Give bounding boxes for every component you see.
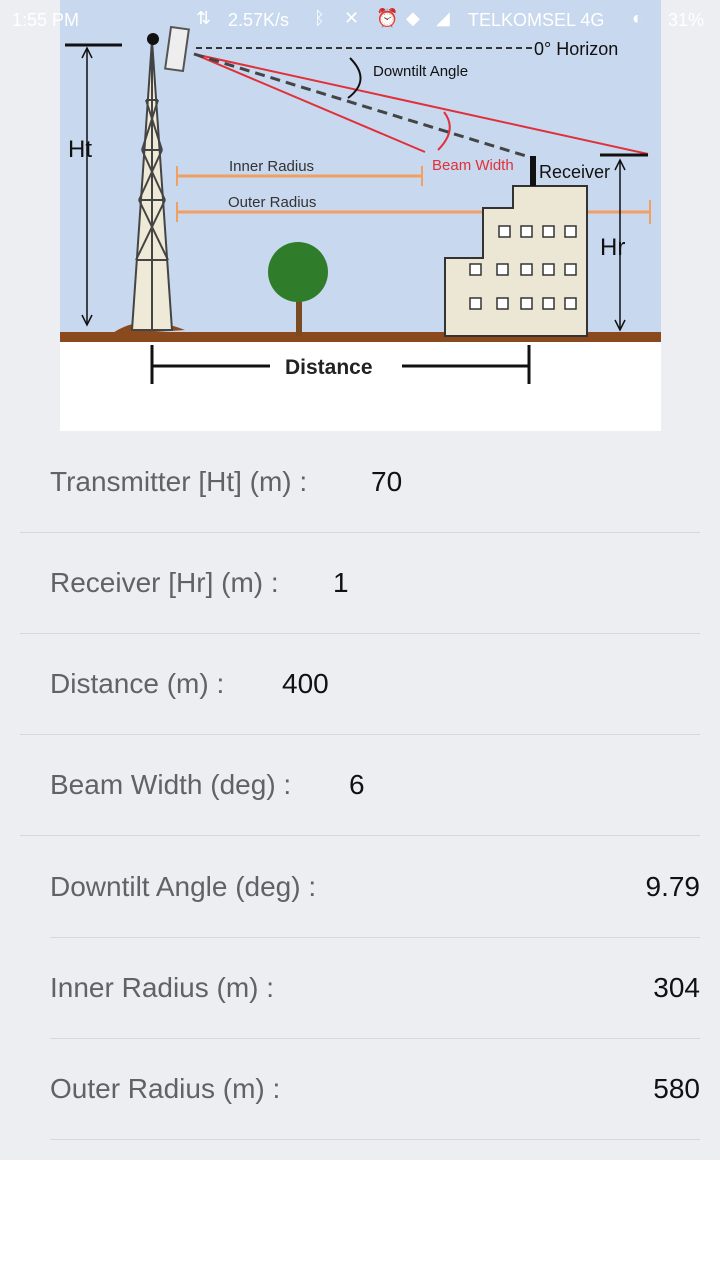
- downtilt-label: Downtilt Angle (deg) :: [50, 871, 317, 902]
- outer-radius-label: Outer Radius (m) :: [50, 1073, 281, 1104]
- inner-radius-label: Inner Radius (m) :: [50, 972, 275, 1003]
- status-bar: 1:55 PM ⇅ 2.57K/s ᛒ ✕ ⏰ ◆ ◢ TELKOMSEL 4G…: [0, 0, 720, 40]
- transmitter-row: Transmitter [Ht] (m) :: [20, 432, 700, 533]
- hr-label: Hr: [600, 234, 625, 261]
- signal-icon: ◢: [436, 8, 450, 28]
- outer-radius-value: 580: [653, 1073, 700, 1104]
- antenna-diagram: Ht 0° Horizon Downtilt Angle Beam Width …: [60, 0, 661, 431]
- beam-width-label: Beam Width (deg) :: [50, 769, 292, 800]
- beam-width-diagram-label: Beam Width: [432, 157, 514, 174]
- distance-label: Distance (m) :: [50, 668, 225, 699]
- receiver-row: Receiver [Hr] (m) :: [20, 533, 700, 634]
- status-speed: 2.57K/s: [228, 10, 290, 30]
- app-screen: Ht 0° Horizon Downtilt Angle Beam Width …: [0, 0, 720, 1160]
- inner-radius-diagram-label: Inner Radius: [229, 158, 314, 175]
- distance-row: Distance (m) :: [20, 634, 700, 735]
- battery-icon: ◐: [632, 8, 643, 28]
- mute-icon: ✕: [344, 8, 360, 28]
- receiver-label: Receiver [Hr] (m) :: [50, 567, 279, 598]
- divider: [50, 1139, 700, 1140]
- downtilt-result-row: Downtilt Angle (deg) : 9.79: [50, 837, 700, 938]
- beam-width-input[interactable]: [349, 769, 469, 801]
- receiver-diagram-label: Receiver: [539, 162, 610, 182]
- horizon-label: 0° Horizon: [534, 39, 618, 59]
- outer-radius-diagram-label: Outer Radius: [228, 194, 316, 211]
- status-battery: 31%: [668, 10, 705, 30]
- tree-icon: [268, 242, 328, 302]
- inner-radius-value: 304: [653, 972, 700, 1003]
- transmitter-height-input[interactable]: [371, 466, 491, 498]
- outer-radius-result-row: Outer Radius (m) : 580: [50, 1039, 700, 1140]
- alarm-icon: ⏰: [376, 8, 399, 28]
- distance-diagram-label: Distance: [285, 356, 373, 379]
- receiver-antenna-icon: [530, 156, 536, 186]
- status-carrier: TELKOMSEL 4G: [468, 10, 605, 30]
- ht-label: Ht: [68, 136, 92, 163]
- data-arrows-icon: ⇅: [196, 8, 212, 28]
- downtilt-value: 9.79: [645, 871, 701, 902]
- receiver-height-input[interactable]: [333, 567, 453, 599]
- wifi-icon: ◆: [406, 8, 420, 28]
- transmitter-label: Transmitter [Ht] (m) :: [50, 466, 308, 497]
- inner-radius-result-row: Inner Radius (m) : 304: [50, 938, 700, 1039]
- status-time: 1:55 PM: [12, 10, 80, 30]
- downtilt-diagram-label: Downtilt Angle: [373, 63, 468, 80]
- beam-width-row: Beam Width (deg) :: [20, 735, 700, 836]
- bluetooth-icon: ᛒ: [314, 8, 325, 28]
- divider: [20, 835, 700, 836]
- distance-input[interactable]: [282, 668, 402, 700]
